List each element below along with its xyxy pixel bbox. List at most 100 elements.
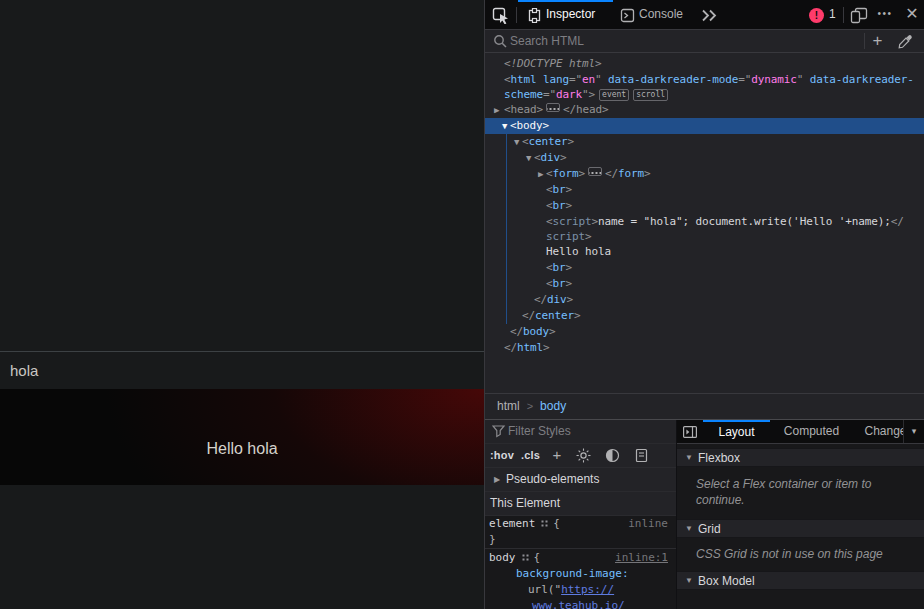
toolbar-separator — [843, 7, 844, 23]
pick-element-icon[interactable] — [492, 7, 510, 24]
markup-line-div-close[interactable]: </div> — [485, 292, 924, 308]
filter-styles-input[interactable]: Filter Styles — [508, 420, 571, 443]
all-tabs-dropdown-icon[interactable]: ▾ — [903, 420, 924, 443]
collapse-arrow-icon[interactable]: ▼ — [526, 150, 531, 166]
collapse-arrow-icon[interactable]: ▼ — [514, 134, 519, 150]
markup-line-body-close[interactable]: </body> — [485, 324, 924, 340]
rules-list: element{inline } body{inline:1 backgroun… — [485, 516, 676, 609]
inline-expander-icon[interactable]: ⋯ — [588, 167, 602, 176]
markup-line-doctype[interactable]: <!DOCTYPE html> — [485, 56, 924, 72]
markup-line-center-close[interactable]: </center> — [485, 308, 924, 324]
markup-token: center — [535, 309, 574, 322]
tab-layout[interactable]: Layout — [703, 420, 770, 443]
value-url-link[interactable]: www.teahub.io/ — [532, 599, 625, 609]
print-simulation-icon[interactable] — [635, 448, 648, 463]
collapse-arrow-icon: ▼ — [685, 520, 693, 538]
add-rule-icon[interactable]: + — [869, 30, 886, 52]
markup-token: </ — [504, 341, 517, 354]
search-bar[interactable]: Search HTML + — [485, 30, 924, 53]
markup-line-head[interactable]: ▶<head>⋯</head> — [485, 102, 924, 118]
meatball-menu-icon[interactable]: ••• — [875, 0, 895, 29]
light-mode-icon[interactable] — [576, 448, 591, 463]
markup-token: > — [644, 167, 651, 180]
markup-line-form[interactable]: ▶<form>⋯</form> — [485, 166, 924, 182]
inline-expander-icon[interactable]: ⋯ — [546, 103, 560, 112]
markup-token: =" — [543, 88, 556, 101]
class-toggle[interactable]: .cls — [521, 444, 540, 467]
markup-token: data-darkreader- — [803, 73, 914, 86]
more-tabs-icon[interactable] — [701, 9, 718, 22]
markup-token: > — [543, 119, 550, 132]
markup-token: data-darkreader-mode — [602, 73, 739, 86]
rule-body-open[interactable]: body{inline:1 — [485, 550, 676, 566]
markup-line-center[interactable]: ▼<center> — [485, 134, 924, 150]
devtools-panel: Inspector Console ! 1 ••• ✕ — [485, 0, 924, 609]
value-url-link[interactable]: https:// — [561, 583, 614, 596]
selected-children-guideline — [506, 134, 507, 324]
rule-brace: { — [553, 517, 560, 530]
sidebar-panels: Filter Styles :hov .cls + — [485, 420, 924, 609]
rule-location: inline — [628, 516, 668, 532]
screen: hola Hello hola Inspector Console — [0, 0, 924, 609]
markup-line-br[interactable]: <br> — [485, 276, 924, 292]
rule-location-link[interactable]: inline:1 — [615, 550, 668, 566]
filter-icon — [492, 425, 506, 438]
rule-element-open[interactable]: element{inline — [485, 516, 676, 532]
tab-console[interactable]: Console — [639, 0, 683, 29]
markup-token: "> — [582, 88, 595, 101]
close-devtools-icon[interactable]: ✕ — [903, 0, 921, 29]
markup-view[interactable]: <!DOCTYPE html><html lang="en" data-dark… — [485, 53, 924, 393]
highlight-selector-icon[interactable] — [521, 553, 530, 562]
error-badge-icon[interactable]: ! — [809, 8, 824, 23]
add-rule-button[interactable]: + — [549, 444, 565, 467]
devtools-splitter[interactable] — [484, 0, 485, 609]
expand-arrow-icon[interactable]: ▶ — [494, 102, 499, 118]
event-badge[interactable]: event — [599, 89, 629, 101]
markup-line-html-open[interactable]: <html lang="en" data-darkreader-mode="dy… — [485, 72, 924, 87]
markup-line-br[interactable]: <br> — [485, 182, 924, 198]
markup-line-html-attrs[interactable]: scheme="dark">eventscroll — [485, 87, 924, 102]
error-count[interactable]: 1 — [829, 0, 836, 29]
collapse-arrow-icon[interactable]: ▼ — [502, 118, 507, 134]
value-prefix: url(" — [528, 583, 561, 596]
rule-element-close: } — [485, 532, 676, 548]
markup-token: > — [566, 261, 573, 274]
tab-inspector[interactable]: Inspector — [546, 0, 595, 29]
highlight-selector-icon[interactable] — [540, 519, 549, 528]
box-model-section-header[interactable]: ▼ Box Model — [677, 571, 924, 590]
markup-line-br[interactable]: <br> — [485, 198, 924, 214]
markup-token: > — [574, 309, 581, 322]
breadcrumb-body[interactable]: body — [540, 399, 566, 413]
tab-computed[interactable]: Computed — [770, 420, 853, 443]
rule-value-line2[interactable]: www.teahub.io/ — [485, 598, 676, 609]
layout-panel: Layout Computed Changes ▾ ▼ Flexbox Sele… — [677, 420, 924, 609]
markup-line-body[interactable]: ▼<body> — [485, 118, 924, 134]
markup-line-br[interactable]: <br> — [485, 260, 924, 276]
rule-brace: } — [489, 533, 496, 546]
scroll-badge[interactable]: scroll — [633, 89, 668, 101]
markup-line-html-close[interactable]: </html> — [485, 340, 924, 356]
search-input[interactable]: Search HTML — [510, 30, 584, 52]
expand-arrow-icon[interactable]: ▶ — [538, 166, 543, 182]
markup-line-text[interactable]: Hello hola — [485, 244, 924, 260]
flexbox-section-header[interactable]: ▼ Flexbox — [677, 448, 924, 467]
dark-mode-icon[interactable] — [605, 448, 620, 463]
markup-token: br — [553, 183, 566, 196]
name-input[interactable]: hola — [0, 351, 484, 389]
grid-section-header[interactable]: ▼ Grid — [677, 519, 924, 538]
pseudo-elements-section[interactable]: ▶ Pseudo-elements — [485, 468, 676, 492]
toolbar-separator — [516, 7, 517, 23]
breadcrumb-html[interactable]: html — [497, 399, 520, 413]
responsive-design-icon[interactable] — [850, 7, 869, 24]
markup-line-script-wrap[interactable]: script> — [485, 229, 924, 244]
this-element-label: This Element — [490, 492, 560, 515]
breadcrumb-chevron-icon: > — [527, 400, 533, 412]
markup-line-div[interactable]: ▼<div> — [485, 150, 924, 166]
pseudo-class-toggle[interactable]: :hov — [490, 444, 514, 467]
rule-value-line1[interactable]: url("https:// — [485, 582, 676, 598]
markup-line-script[interactable]: <script>name = "hola"; document.write('H… — [485, 214, 924, 229]
eyedropper-icon[interactable] — [898, 34, 913, 49]
expand-sidebar-icon[interactable] — [683, 426, 697, 438]
markup-token: form — [618, 167, 644, 180]
rule-property[interactable]: background-image: — [485, 566, 676, 582]
